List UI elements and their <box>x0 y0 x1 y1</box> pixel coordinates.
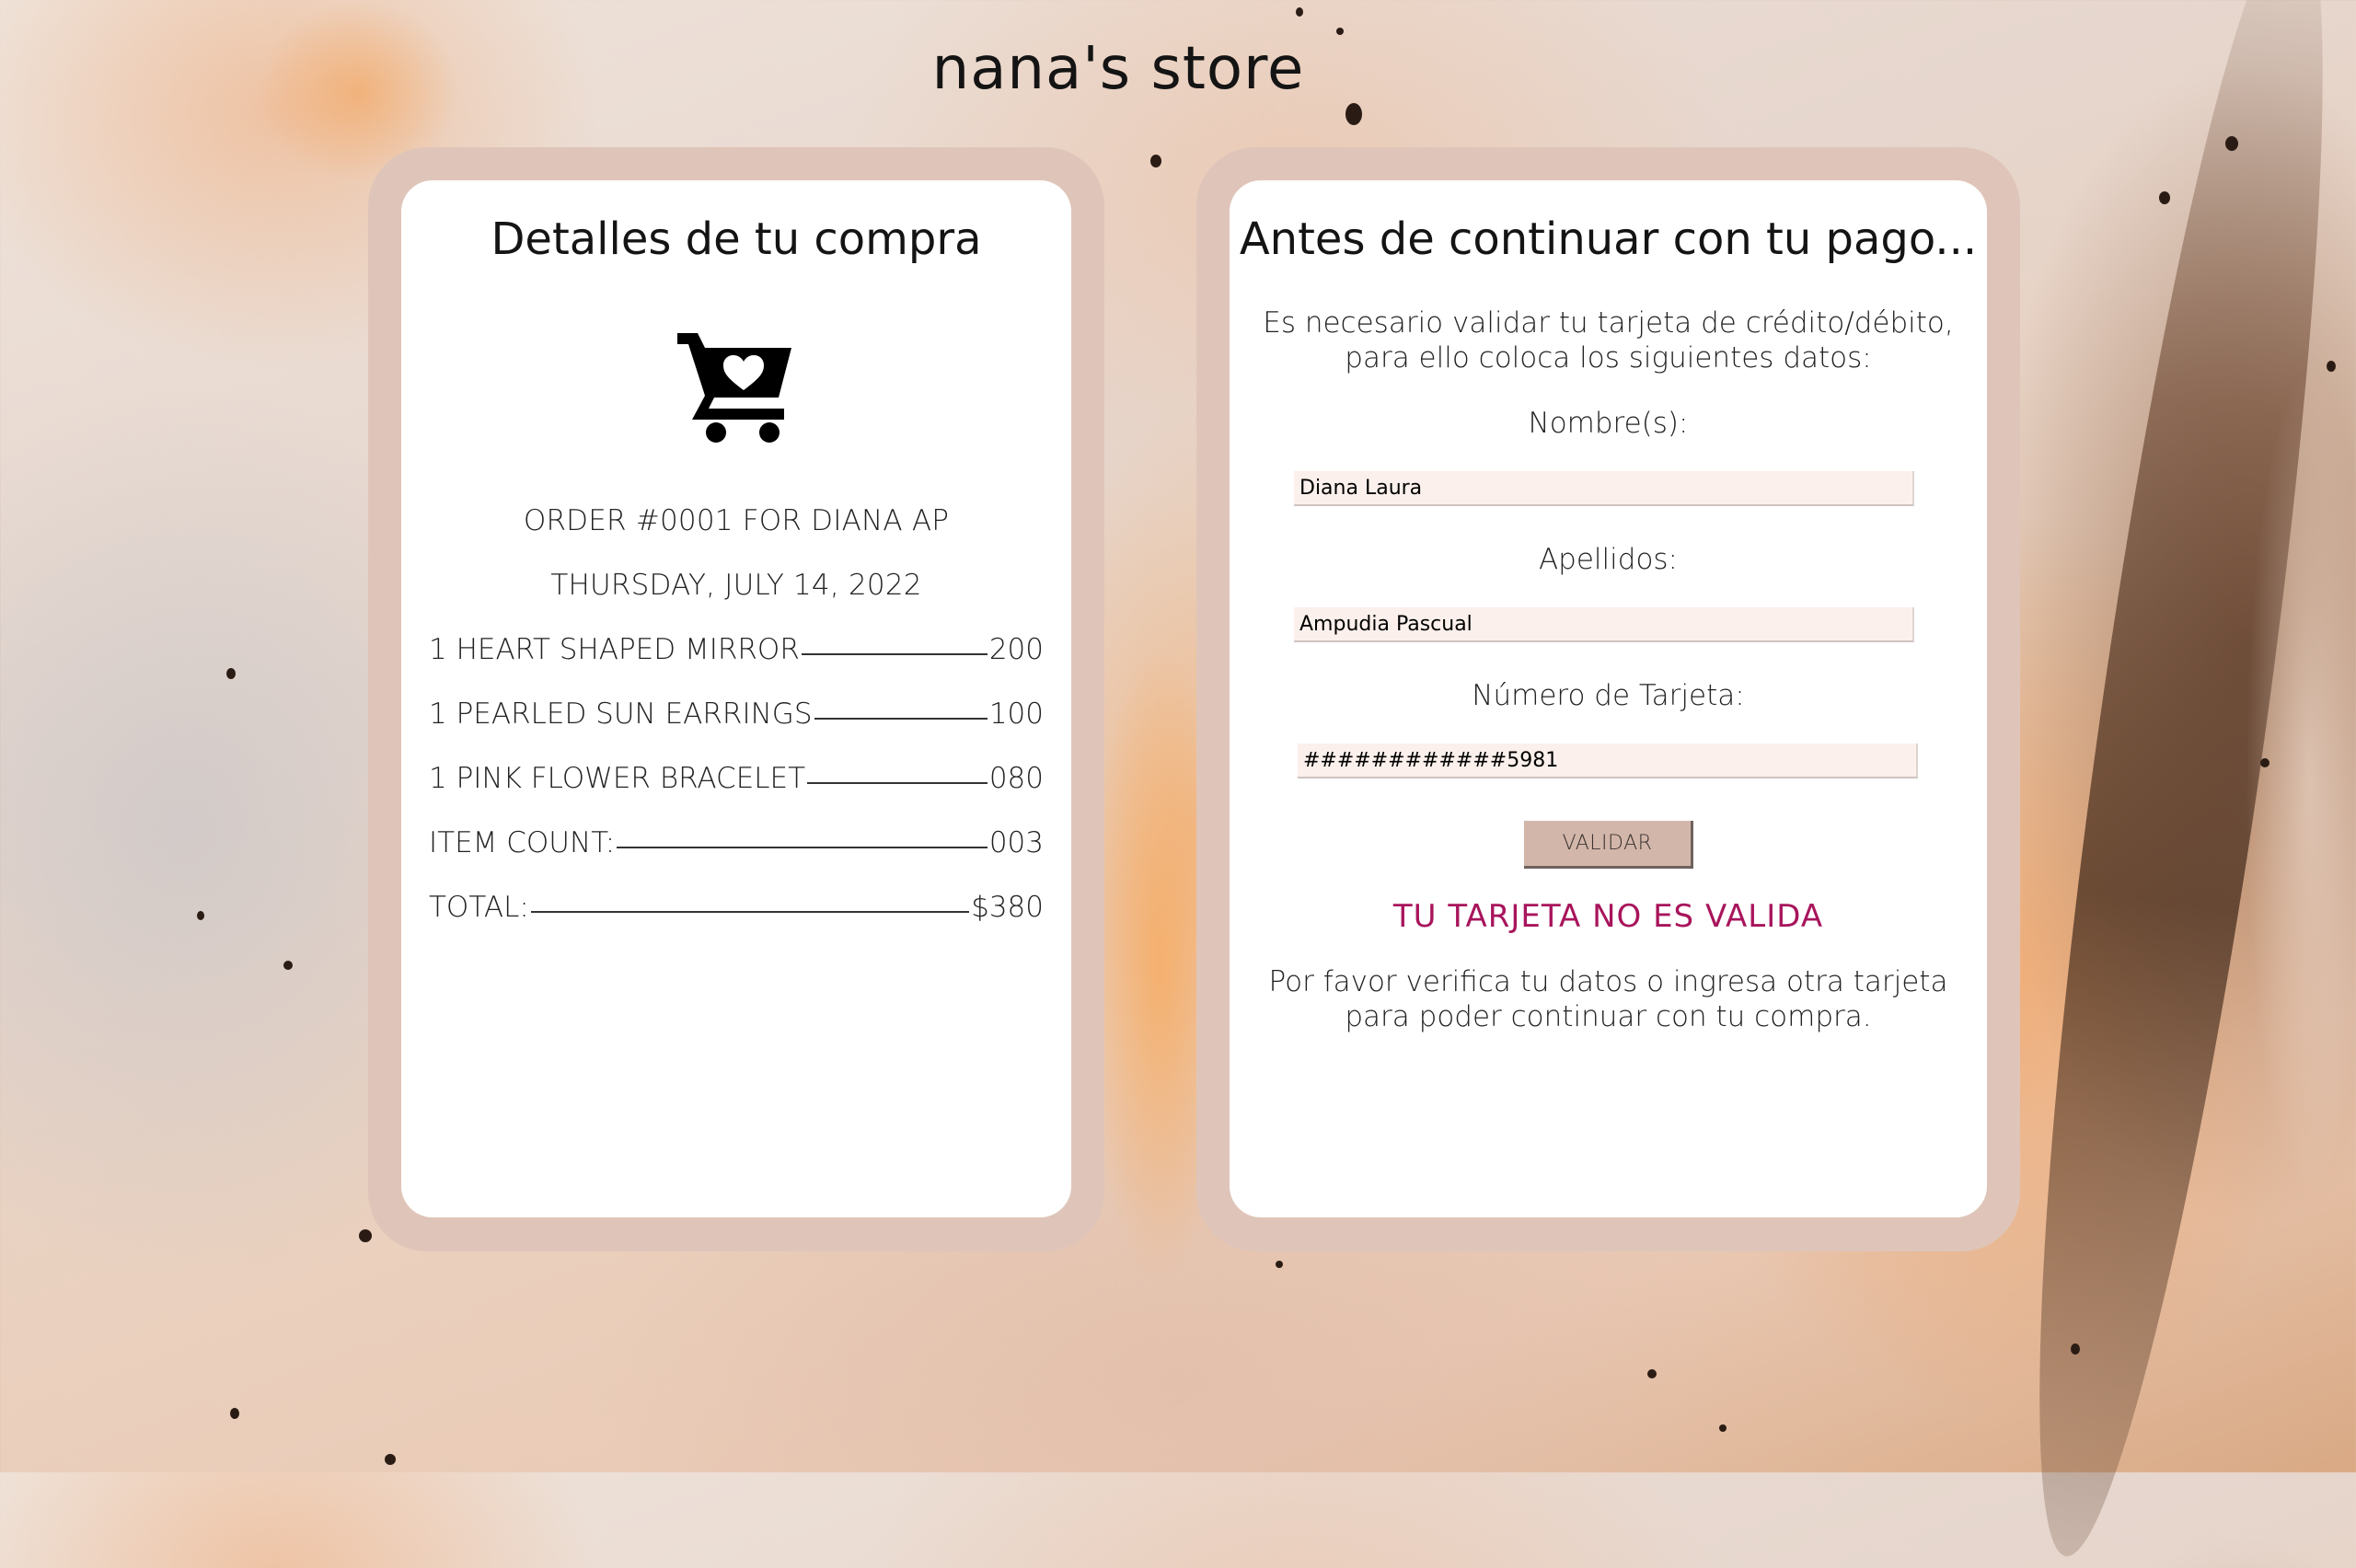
background-speck <box>2260 758 2269 767</box>
background-speck <box>1647 1369 1657 1378</box>
receipt-total: TOTAL: $380 <box>429 891 1044 924</box>
background-speck <box>359 1229 372 1242</box>
background-speck <box>1276 1261 1283 1268</box>
background-swirl <box>2246 368 2356 1196</box>
receipt-item-count: ITEM COUNT: 003 <box>429 826 1044 859</box>
total-label: TOTAL: <box>429 891 529 924</box>
name-label: Nombre(s): <box>1528 407 1689 440</box>
payment-frame: Antes de continuar con tu pago... Es nec… <box>1196 147 2020 1251</box>
background-speck <box>283 961 293 970</box>
background-speck <box>2327 361 2336 372</box>
order-details-card: Detalles de tu compra ORDER #0001 FOR DI… <box>401 180 1071 1217</box>
surname-label: Apellidos: <box>1538 543 1679 576</box>
receipt-leader <box>530 911 970 913</box>
background-speck <box>385 1454 396 1465</box>
card-number-field[interactable] <box>1298 744 1918 778</box>
receipt-leader <box>807 782 987 784</box>
receipt-item: 1 PINK FLOWER BRACELET 080 <box>429 762 1044 795</box>
receipt-item: 1 PEARLED SUN EARRINGS 100 <box>429 698 1044 731</box>
background-speck <box>1345 103 1362 125</box>
background-speck <box>197 911 204 920</box>
background-speck <box>1296 7 1303 17</box>
item-count-label: ITEM COUNT: <box>429 826 616 859</box>
receipt-leader <box>801 653 987 655</box>
order-details-title: Detalles de tu compra <box>491 213 982 265</box>
receipt-item-label: 1 HEART SHAPED MIRROR <box>429 633 800 666</box>
background-speck <box>2159 191 2170 204</box>
card-number-label: Número de Tarjeta: <box>1472 679 1745 712</box>
receipt-item-amount: 100 <box>988 698 1044 731</box>
item-count-value: 003 <box>988 826 1044 859</box>
receipt-item-amount: 080 <box>988 762 1044 795</box>
payment-help-text: Por favor verifica tu datos o ingresa ot… <box>1268 965 1948 1033</box>
total-value: $380 <box>971 891 1044 924</box>
card-error-message: TU TARJETA NO ES VALIDA <box>1392 898 1824 935</box>
payment-title: Antes de continuar con tu pago... <box>1239 213 1978 265</box>
validate-button[interactable]: VALIDAR <box>1524 821 1693 869</box>
background-speck <box>2225 136 2238 151</box>
order-number: ORDER #0001 FOR DIANA AP <box>523 504 950 537</box>
receipt-item: 1 HEART SHAPED MIRROR 200 <box>429 633 1044 666</box>
payment-card: Antes de continuar con tu pago... Es nec… <box>1230 180 1987 1217</box>
background-speck <box>230 1408 239 1419</box>
store-title: nana's store <box>931 35 1305 103</box>
name-field[interactable] <box>1294 471 1914 506</box>
receipt-leader <box>814 718 987 720</box>
surname-field[interactable] <box>1294 607 1914 642</box>
background-swirl <box>1983 0 2356 1568</box>
background-speck <box>2071 1343 2080 1355</box>
payment-intro: Es necesario validar tu tarjeta de crédi… <box>1263 306 1954 375</box>
order-date: THURSDAY, JULY 14, 2022 <box>550 569 922 602</box>
order-details-frame: Detalles de tu compra ORDER #0001 FOR DI… <box>368 147 1104 1251</box>
background-speck <box>1719 1424 1727 1432</box>
shopping-cart-heart-icon <box>677 333 791 443</box>
receipt-item-label: 1 PINK FLOWER BRACELET <box>429 762 806 795</box>
receipt-item-label: 1 PEARLED SUN EARRINGS <box>429 698 813 731</box>
background-speck <box>1150 155 1161 167</box>
receipt-leader <box>617 847 987 848</box>
receipt-item-amount: 200 <box>988 633 1044 666</box>
background-speck <box>1336 28 1344 35</box>
background-speck <box>226 668 236 679</box>
